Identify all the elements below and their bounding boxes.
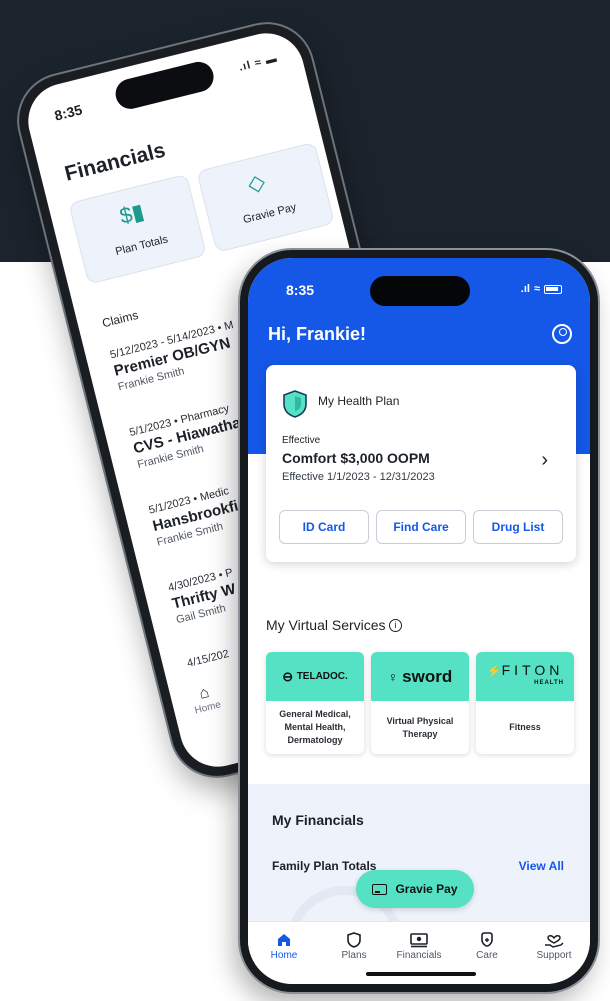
- status-time: 8:35: [52, 101, 84, 124]
- dynamic-island: [370, 276, 470, 306]
- battery-icon: [544, 284, 562, 294]
- service-description: Virtual Physical Therapy: [386, 715, 454, 739]
- plan-totals-icon: $▮: [116, 198, 147, 229]
- effective-label: Effective: [282, 435, 321, 446]
- tab-plans[interactable]: Plans: [324, 930, 384, 961]
- tab-support[interactable]: Support: [524, 930, 584, 961]
- front-phone-device: 8:35 .ıl ≈ Hi, Frankie! My Health Plan E…: [240, 250, 598, 992]
- plan-name: Comfort $3,000 OOPM: [282, 450, 430, 466]
- virtual-services-title: My Virtual Services: [266, 617, 386, 633]
- gravie-pay-label: Gravie Pay: [395, 882, 458, 896]
- view-all-link[interactable]: View All: [519, 859, 564, 873]
- shield-icon: [283, 390, 307, 418]
- dynamic-island: [112, 58, 217, 113]
- plan-card-title: My Health Plan: [318, 394, 400, 408]
- home-icon: [254, 930, 314, 950]
- gravie-pay-icon: ◇: [245, 168, 268, 197]
- health-plan-card[interactable]: My Health Plan Effective Comfort $3,000 …: [266, 365, 576, 562]
- tab-label: Plans: [341, 950, 367, 961]
- fiton-logo: ⚡FITON HEALTH: [476, 652, 574, 701]
- find-care-button[interactable]: Find Care: [376, 510, 466, 544]
- family-plan-totals-label: Family Plan Totals: [272, 859, 377, 873]
- gravie-pay-tile[interactable]: ◇ Gravie Pay: [196, 141, 336, 253]
- care-icon: [457, 930, 517, 950]
- tab-home[interactable]: ⌂ Home: [189, 682, 223, 717]
- status-icons: .ıl ≈ ▬: [237, 52, 279, 74]
- plan-dates: Effective 1/1/2023 - 12/31/2023: [282, 471, 435, 483]
- teladoc-icon: ⊖: [282, 668, 297, 684]
- tab-label: Care: [476, 950, 498, 961]
- tab-label: Home: [270, 950, 298, 961]
- status-icons: .ıl ≈: [521, 283, 562, 295]
- tab-label: Financials: [396, 950, 442, 961]
- signal-icon: .ıl: [520, 283, 530, 295]
- financials-title: My Financials: [272, 812, 364, 828]
- credit-card-icon: [372, 883, 388, 895]
- plan-totals-tile[interactable]: $▮ Plan Totals: [68, 173, 207, 285]
- id-card-button[interactable]: ID Card: [279, 510, 369, 544]
- tab-label: Support: [536, 950, 572, 961]
- wifi-icon: ≈: [533, 283, 540, 295]
- home-screen: 8:35 .ıl ≈ Hi, Frankie! My Health Plan E…: [248, 258, 590, 984]
- sword-card[interactable]: ♀ sword Virtual Physical Therapy: [371, 652, 469, 754]
- greeting: Hi, Frankie!: [268, 324, 367, 344]
- fiton-card[interactable]: ⚡FITON HEALTH Fitness: [476, 652, 574, 754]
- info-icon[interactable]: i: [389, 619, 402, 632]
- status-time: 8:35: [286, 282, 315, 298]
- tile-label: Gravie Pay: [241, 201, 298, 227]
- page-title: Financials: [62, 138, 168, 186]
- home-indicator: [366, 972, 476, 976]
- tile-label: Plan Totals: [114, 233, 170, 258]
- service-description: General Medical, Mental Health, Dermatol…: [279, 709, 351, 745]
- tab-care[interactable]: Care: [457, 930, 517, 961]
- money-icon: [389, 930, 449, 950]
- gravie-pay-button[interactable]: Gravie Pay: [356, 870, 474, 908]
- teladoc-card[interactable]: ⊖ TELADOC. General Medical, Mental Healt…: [266, 652, 364, 754]
- support-icon: [524, 930, 584, 950]
- drug-list-button[interactable]: Drug List: [473, 510, 563, 544]
- tab-home[interactable]: Home: [254, 930, 314, 961]
- sword-logo: ♀ sword: [371, 652, 469, 701]
- teladoc-logo: ⊖ TELADOC.: [266, 652, 364, 701]
- fiton-icon: ⚡: [486, 664, 502, 678]
- shield-icon: [324, 930, 384, 950]
- claims-label: Claims: [100, 307, 140, 331]
- tab-financials[interactable]: Financials: [389, 930, 449, 961]
- sword-icon: ♀: [387, 668, 403, 685]
- chevron-right-icon[interactable]: ›: [541, 449, 548, 472]
- service-description: Fitness: [509, 722, 541, 732]
- profile-icon[interactable]: [552, 324, 572, 344]
